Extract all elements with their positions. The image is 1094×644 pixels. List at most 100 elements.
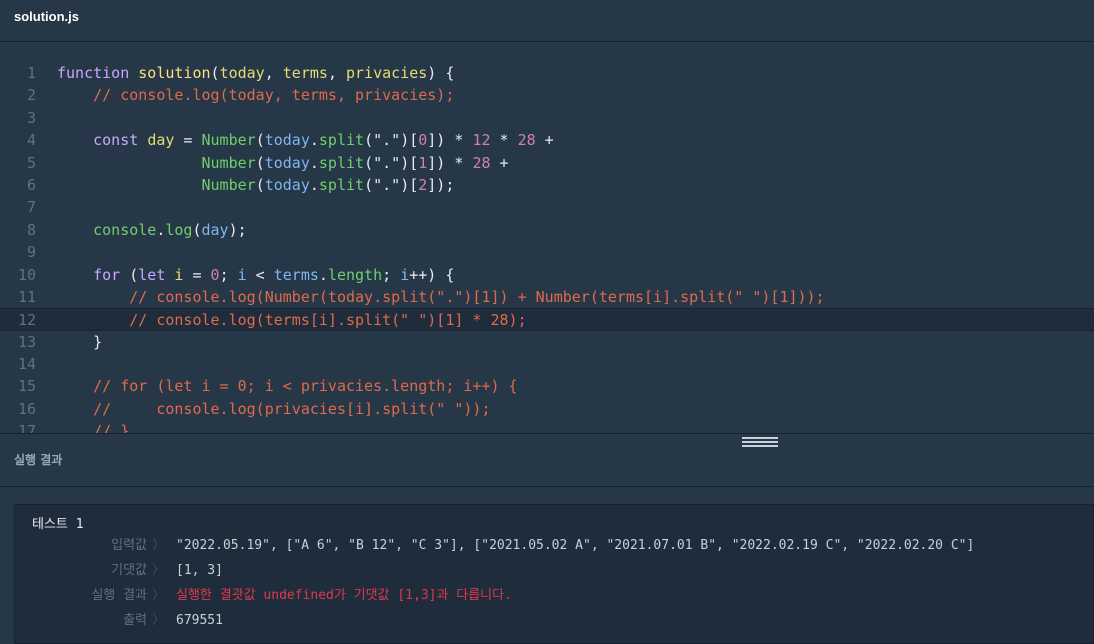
code-token: today [264,131,310,150]
line-number: 2 [26,86,36,105]
code-line[interactable]: 4 const day = Number(today.split(".")[0]… [0,129,1094,151]
code-token: solution [138,64,211,82]
code-token: ]) * [427,131,473,150]
code-text: // console.log(today, terms, privacies); [57,84,454,106]
code-line[interactable]: 5 Number(today.split(".")[1]) * 28 + [0,152,1094,174]
code-line[interactable]: 2 // console.log(today, terms, privacies… [0,84,1094,106]
line-number: 17 [17,422,36,433]
test-result-row: 입력값 〉 "2022.05.19", ["A 6", "B 12", "C 3"]… [15,534,1094,558]
editor-tab-bar: solution.js [0,0,1094,42]
code-token: ( [129,265,139,284]
code-text: console.log(day); [57,219,247,241]
code-token: ( [192,220,202,239]
code-line[interactable]: 13 } [0,331,1094,353]
code-token: . [318,265,328,284]
code-token: . [309,131,319,150]
code-text: Number(today.split(".")[2]); [57,174,455,196]
code-token: ( [364,175,374,194]
line-number: 15 [17,377,36,396]
code-line[interactable]: 16 // console.log(privacies[i].split(" "… [0,398,1094,420]
code-token: for [93,265,130,284]
code-token: , [264,64,283,82]
code-token: // console.log(Number(today.split(".")[1… [129,287,825,306]
test-result-card: 테스트 1 입력값 〉 "2022.05.19", ["A 6", "B 12", … [14,504,1094,644]
file-tab-solution-js[interactable]: solution.js [14,9,79,24]
code-token: 1 [418,153,428,172]
line-number: 7 [26,198,36,217]
row-label: 실행 결과 [91,588,147,603]
code-token: "." [373,131,401,150]
code-token: // console.log(today, terms, privacies); [93,86,455,105]
code-text: // console.log(Number(today.split(".")[1… [57,286,825,308]
code-line[interactable]: 8 console.log(day); [0,219,1094,241]
chevron-right-icon: 〉 [152,563,166,578]
code-line[interactable]: 9 [0,241,1094,263]
code-line[interactable]: 15 // for (let i = 0; i < privacies.leng… [0,375,1094,397]
code-line[interactable]: 3 [0,107,1094,129]
line-number: 11 [17,287,36,306]
test-title: 테스트 1 [32,517,84,532]
code-token: + [535,131,554,150]
code-token: // console.log(terms[i].split(" ")[1] * … [129,311,527,330]
code-token: const [93,131,148,150]
code-token: . [309,153,319,172]
test-result-row: 출력 〉 679551 [15,609,1094,633]
code-line[interactable]: 11 // console.log(Number(today.split("."… [0,286,1094,308]
code-token: terms [282,64,328,82]
code-text: for (let i = 0; i < terms.length; i++) { [57,264,454,286]
code-token: ( [255,175,265,194]
code-token: )[ [400,131,419,150]
code-lines: 1 function solution(today, terms, privaci… [0,62,1094,433]
code-token: privacies [346,64,428,82]
row-value: 679551 [176,613,223,628]
code-line[interactable]: 10 for (let i = 0; i < terms.length; i++… [0,264,1094,286]
code-token: day [201,220,229,239]
code-token: i [400,265,410,284]
code-token: ( [210,64,220,82]
chevron-right-icon: 〉 [152,613,166,628]
code-line[interactable]: 6 Number(today.split(".")[2]); [0,174,1094,196]
code-text: } [57,331,102,353]
code-token: ); [228,220,247,239]
line-number: 14 [17,355,36,374]
code-editor[interactable]: 1 function solution(today, terms, privaci… [0,43,1094,433]
code-token: )[ [400,153,419,172]
code-token: console [93,220,157,239]
code-line[interactable]: 12 // console.log(terms[i].split(" ")[1]… [0,308,1094,331]
drag-handle-icon[interactable] [742,437,778,447]
code-text: // for (let i = 0; i < privacies.length;… [57,375,517,397]
code-line[interactable]: 17 // } [0,420,1094,433]
result-panel: 테스트 1 입력값 〉 "2022.05.19", ["A 6", "B 12", … [0,487,1094,644]
code-token: ( [255,153,265,172]
line-number: 9 [26,243,36,262]
row-value: 실행한 결괏값 undefined가 기댓값 [1,3]과 다릅니다. [176,588,512,603]
code-token: Number [201,175,256,194]
code-line[interactable]: 14 [0,353,1094,375]
test-result-row: 기댓값 〉 [1, 3] [15,559,1094,583]
row-value: "2022.05.19", ["A 6", "B 12", "C 3"], ["… [176,538,975,553]
code-token: let [138,265,175,284]
code-token: 28 [517,131,536,150]
code-token: ( [364,153,374,172]
code-token: "." [373,153,401,172]
code-line[interactable]: 1 function solution(today, terms, privaci… [0,62,1094,84]
code-line[interactable]: 7 [0,196,1094,218]
code-token: 2 [418,175,428,194]
code-token: . [309,175,319,194]
line-number: 12 [17,311,36,330]
panel-resizer[interactable]: 실행 결과 [0,433,1094,487]
code-token: ; [219,265,238,284]
line-number: 6 [26,175,36,194]
row-value: [1, 3] [176,563,223,578]
code-token: < [246,265,274,284]
chevron-right-icon: 〉 [152,538,166,553]
line-number: 10 [17,265,36,284]
row-label: 출력 [123,613,147,628]
code-token: 28 [472,153,491,172]
code-token: split [318,131,365,150]
